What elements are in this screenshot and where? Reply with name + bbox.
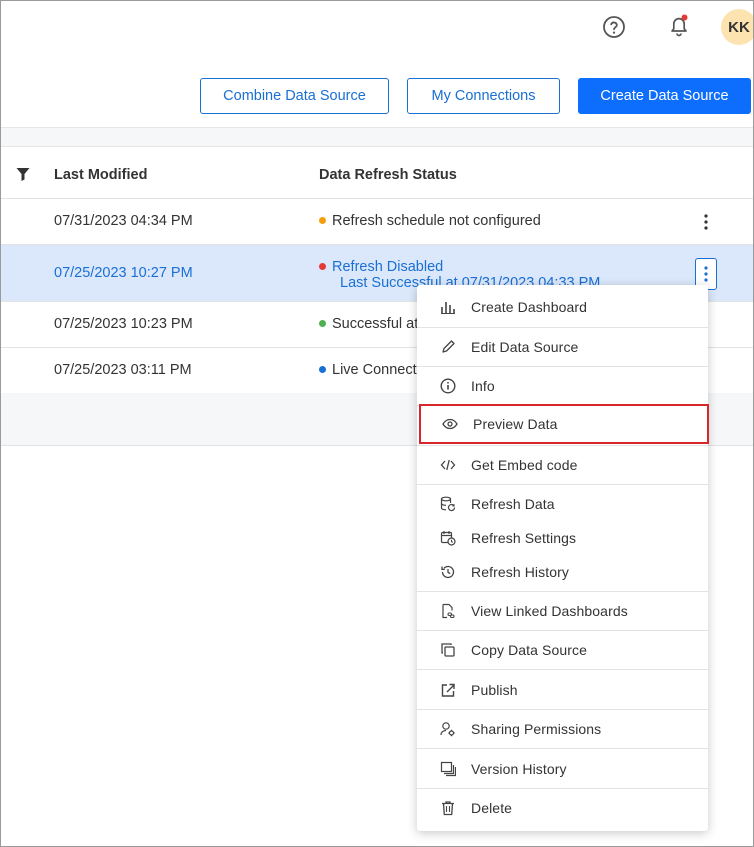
info-icon [439, 377, 457, 395]
status-dot [319, 216, 326, 224]
refresh-status-cell: Successful at [319, 316, 418, 332]
code-icon [439, 456, 457, 474]
menu-divider [417, 484, 708, 485]
linked-file-icon [439, 602, 457, 620]
trash-icon [439, 799, 457, 817]
bar-chart-icon [439, 298, 457, 316]
avatar[interactable]: KK [721, 9, 753, 45]
menu-divider [417, 327, 708, 328]
database-refresh-icon [439, 495, 457, 513]
column-header-last-modified[interactable]: Last Modified [54, 167, 147, 183]
filter-icon[interactable] [16, 167, 30, 181]
menu-item-sharing-permissions[interactable]: Sharing Permissions [417, 712, 708, 746]
eye-icon [441, 415, 459, 433]
table-header: Last Modified Data Refresh Status [1, 147, 753, 199]
refresh-status-cell: Live Connect [319, 362, 417, 378]
user-settings-icon [439, 720, 457, 738]
refresh-status-cell: Refresh schedule not configured [319, 213, 541, 229]
menu-item-version-history[interactable]: Version History [417, 752, 708, 786]
menu-item-edit-data-source[interactable]: Edit Data Source [417, 330, 708, 364]
menu-item-publish[interactable]: Publish [417, 673, 708, 707]
menu-divider [417, 669, 708, 670]
last-modified-cell: 07/25/2023 03:11 PM [54, 362, 192, 378]
menu-divider [417, 445, 708, 446]
table-row[interactable]: 07/31/2023 04:34 PM Refresh schedule not… [1, 199, 753, 245]
menu-item-refresh-history[interactable]: Refresh History [417, 555, 708, 589]
menu-item-copy-data-source[interactable]: Copy Data Source [417, 633, 708, 667]
copy-icon [439, 641, 457, 659]
menu-divider [417, 748, 708, 749]
last-modified-cell: 07/31/2023 04:34 PM [54, 213, 193, 229]
status-dot [319, 262, 326, 270]
kebab-icon [704, 214, 708, 230]
app-window: KK Combine Data Source My Connections Cr… [0, 0, 754, 847]
menu-divider [417, 630, 708, 631]
menu-item-info[interactable]: Info [417, 369, 708, 403]
row-context-menu: Create Dashboard Edit Data Source Info P… [417, 285, 709, 831]
menu-divider [417, 591, 708, 592]
menu-divider [417, 366, 708, 367]
last-modified-cell: 07/25/2023 10:27 PM [54, 265, 193, 281]
last-modified-cell: 07/25/2023 10:23 PM [54, 316, 193, 332]
status-dot [319, 365, 326, 373]
notification-dot [681, 14, 688, 21]
column-header-data-refresh-status[interactable]: Data Refresh Status [319, 167, 457, 183]
bell-icon[interactable] [666, 13, 692, 39]
menu-item-delete[interactable]: Delete [417, 791, 708, 825]
menu-item-preview-data[interactable]: Preview Data [419, 404, 709, 444]
status-dot [319, 319, 326, 327]
menu-item-get-embed-code[interactable]: Get Embed code [417, 448, 708, 482]
top-bar: KK [1, 1, 753, 53]
my-connections-button[interactable]: My Connections [407, 78, 560, 114]
publish-icon [439, 681, 457, 699]
toolbar-divider-strip [1, 127, 753, 147]
create-data-source-button[interactable]: Create Data Source [578, 78, 751, 114]
combine-data-source-button[interactable]: Combine Data Source [200, 78, 389, 114]
menu-item-refresh-settings[interactable]: Refresh Settings [417, 521, 708, 555]
menu-divider [417, 788, 708, 789]
kebab-icon [704, 266, 708, 282]
help-icon[interactable] [602, 15, 626, 39]
menu-item-refresh-data[interactable]: Refresh Data [417, 487, 708, 521]
menu-item-create-dashboard[interactable]: Create Dashboard [417, 290, 708, 324]
row-actions-button[interactable] [695, 206, 717, 238]
menu-divider [417, 709, 708, 710]
versions-icon [439, 760, 457, 778]
history-icon [439, 563, 457, 581]
menu-item-view-linked-dashboards[interactable]: View Linked Dashboards [417, 594, 708, 628]
avatar-initials: KK [728, 18, 750, 36]
refresh-status-cell: Refresh Disabled [319, 259, 443, 275]
calendar-clock-icon [439, 529, 457, 547]
pencil-icon [439, 338, 457, 356]
